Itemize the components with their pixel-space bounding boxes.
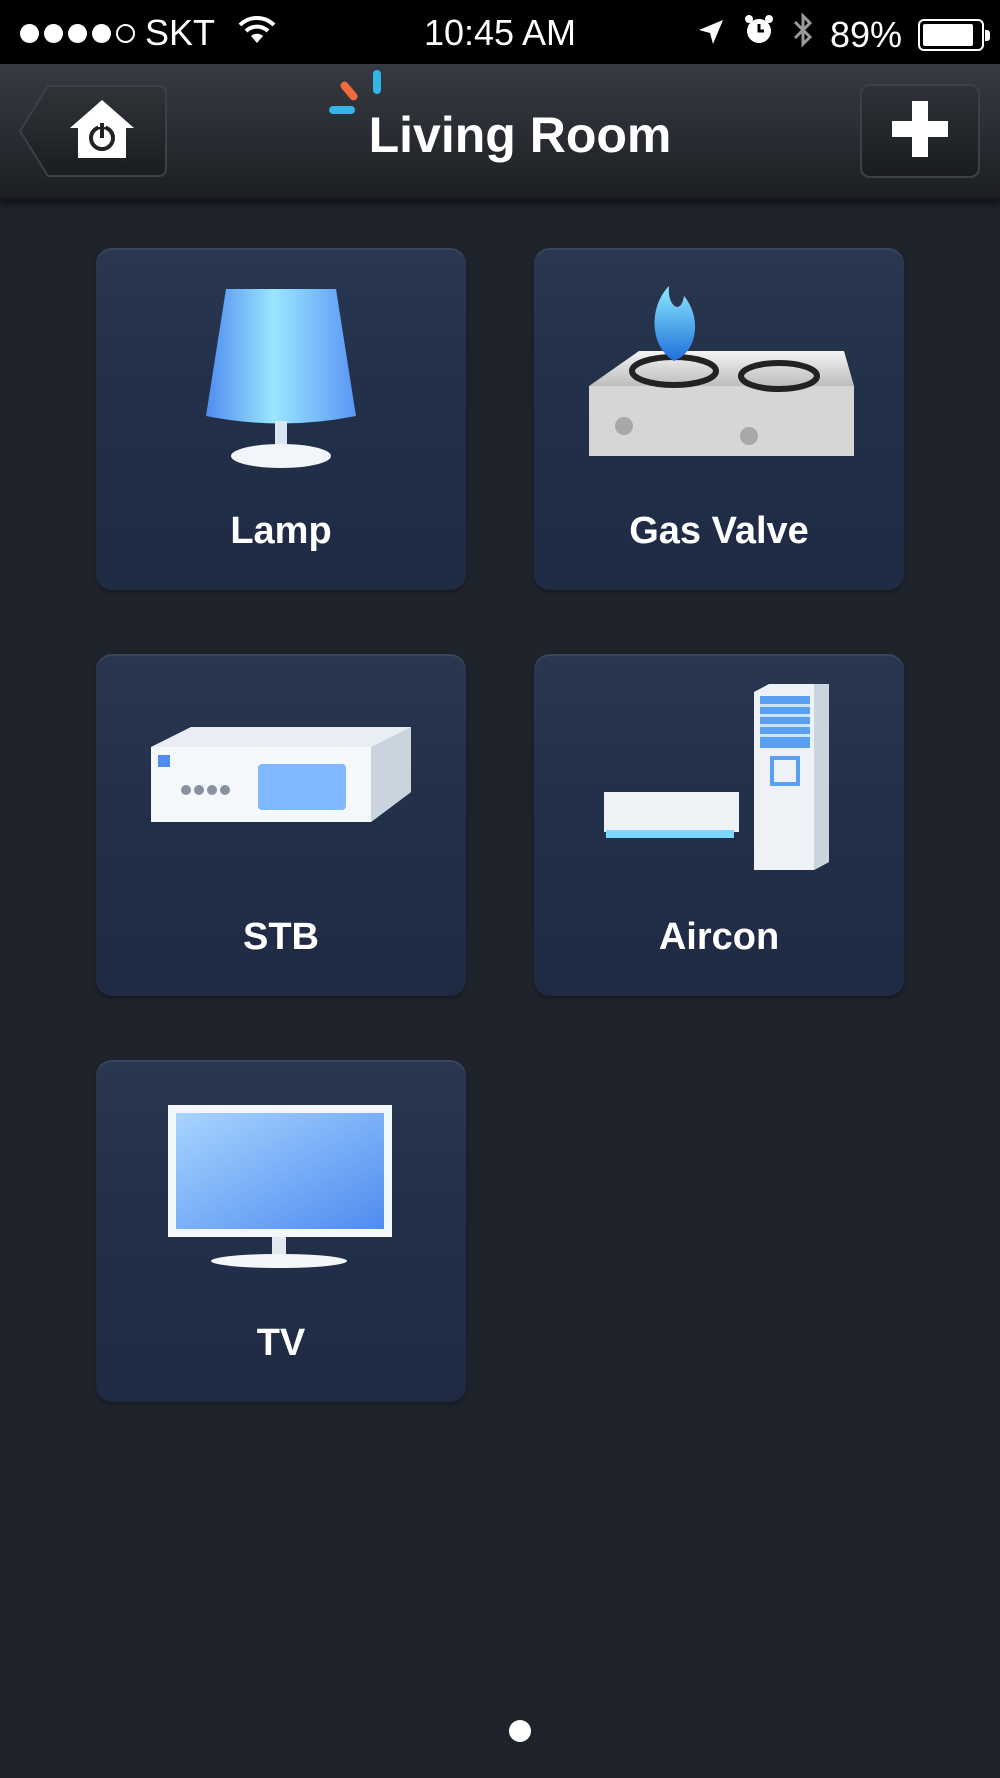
gas-stove-icon: [579, 266, 859, 491]
battery-icon: [918, 18, 990, 51]
device-label: STB: [243, 916, 319, 958]
status-right: 89%: [696, 12, 990, 57]
device-tile-gas-valve[interactable]: Gas Valve: [534, 248, 904, 590]
air-conditioner-icon: [594, 682, 844, 887]
battery-level: [923, 23, 973, 46]
title-area: Living Room: [0, 64, 1000, 198]
device-label: Aircon: [658, 916, 780, 958]
location-arrow-icon: [696, 14, 726, 56]
device-label: TV: [256, 1322, 306, 1364]
device-label: Lamp: [230, 510, 332, 552]
tv-icon: [166, 1103, 396, 1278]
app-screen: SKT 10:45 AM 89% Living Room Lamp Gas Va…: [0, 0, 1000, 1778]
set-top-box-icon: [146, 722, 416, 847]
device-tile-aircon[interactable]: Aircon: [534, 654, 904, 996]
plus-icon: [890, 99, 950, 164]
nav-bar: Living Room: [0, 64, 1000, 200]
page-indicator-dot[interactable]: [509, 1720, 531, 1742]
device-tile-stb[interactable]: STB: [96, 654, 466, 996]
alarm-icon: [742, 13, 776, 56]
add-device-button[interactable]: [860, 84, 980, 178]
page-title: Living Room: [368, 107, 672, 163]
device-label: Gas Valve: [629, 510, 809, 552]
lamp-icon: [191, 281, 371, 476]
bluetooth-icon: [792, 12, 814, 57]
device-tile-tv[interactable]: TV: [96, 1060, 466, 1402]
battery-percent: 89%: [829, 13, 902, 55]
status-bar: SKT 10:45 AM 89%: [0, 0, 1000, 64]
device-tile-lamp[interactable]: Lamp: [96, 248, 466, 590]
